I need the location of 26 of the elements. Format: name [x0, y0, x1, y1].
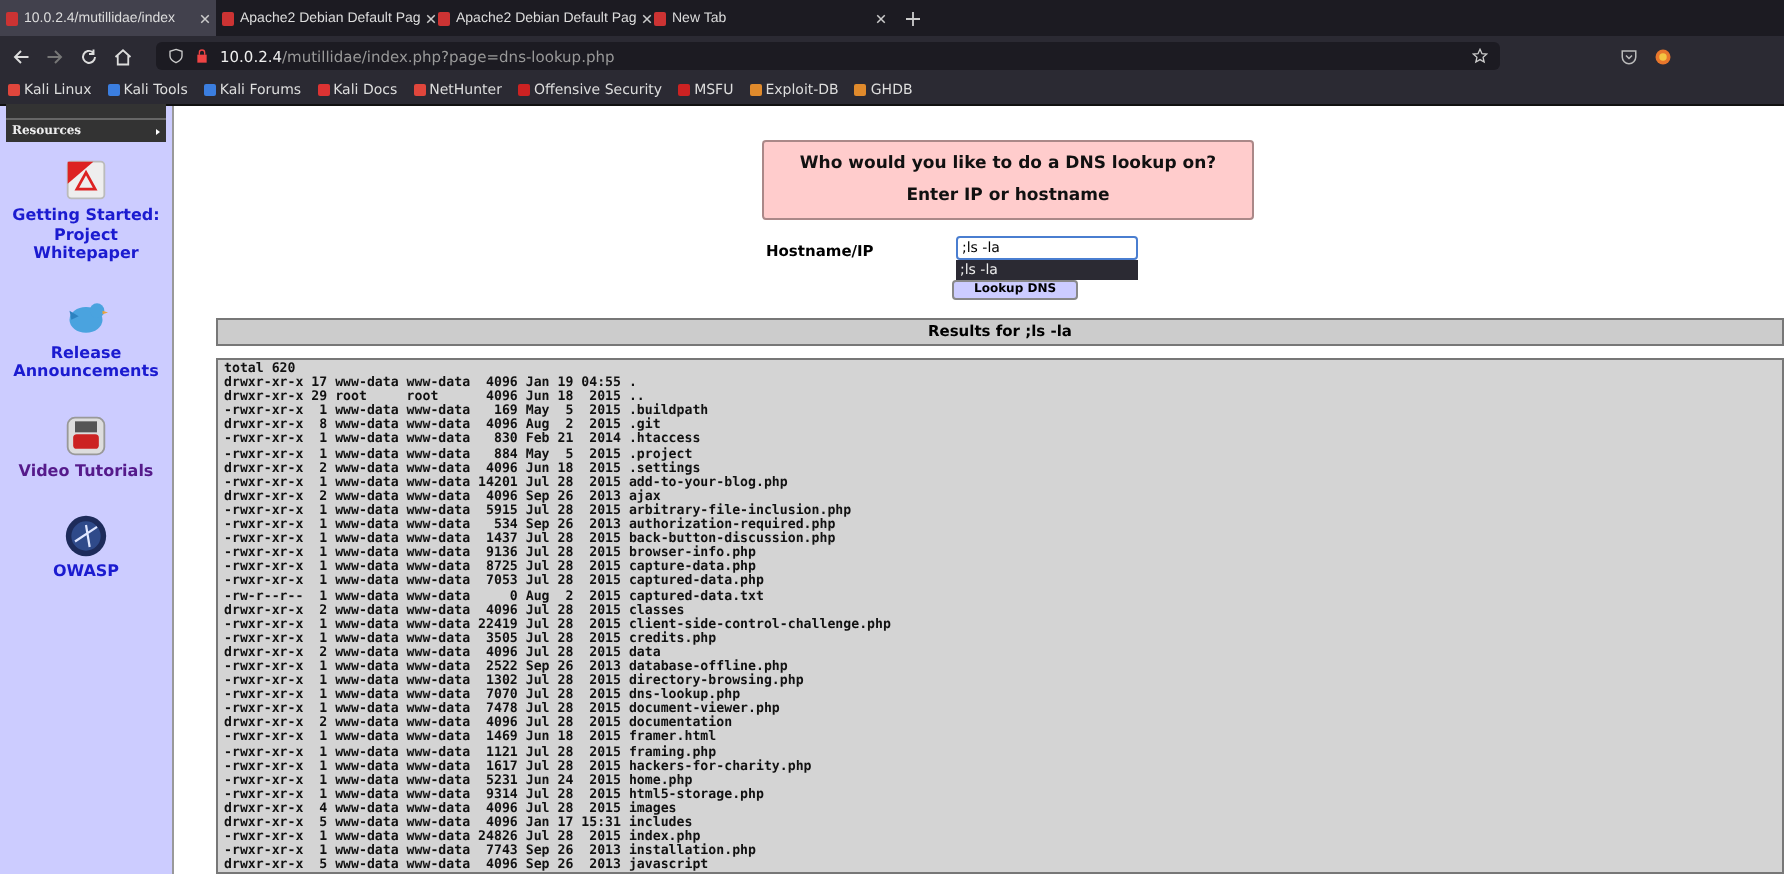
tab-favicon-icon — [654, 11, 666, 25]
tab-favicon-icon — [6, 11, 18, 25]
sidebar-link[interactable]: Release Announcements — [2, 343, 170, 382]
close-icon[interactable] — [876, 13, 886, 23]
close-icon[interactable] — [642, 13, 653, 23]
lock-icon — [194, 48, 210, 64]
pocket-icon[interactable] — [1620, 47, 1638, 65]
star-icon[interactable] — [1472, 48, 1488, 64]
close-icon[interactable] — [426, 13, 437, 23]
home-icon[interactable] — [114, 47, 132, 65]
sidebar-link[interactable]: Video Tutorials — [2, 461, 170, 482]
sidebar-link[interactable]: OWASP — [2, 561, 170, 581]
tab-favicon-icon — [222, 11, 234, 25]
pdf-document-icon[interactable] — [64, 158, 108, 202]
sidebar-link[interactable]: Getting Started: Project Whitepaper — [2, 206, 170, 264]
reload-icon[interactable] — [80, 47, 98, 65]
close-icon[interactable] — [200, 13, 210, 23]
prompt-title: Who would you like to do a DNS lookup on? — [797, 152, 1219, 178]
back-icon[interactable] — [12, 47, 30, 65]
forward-icon[interactable] — [46, 47, 64, 65]
extension-icon[interactable] — [1654, 47, 1672, 65]
submenu-arrow-icon — [156, 127, 160, 135]
prompt-subtitle: Enter IP or hostname — [904, 184, 1112, 210]
new-tab-icon[interactable] — [906, 11, 920, 25]
shield-icon — [168, 48, 184, 64]
tab-favicon-icon — [438, 11, 450, 25]
